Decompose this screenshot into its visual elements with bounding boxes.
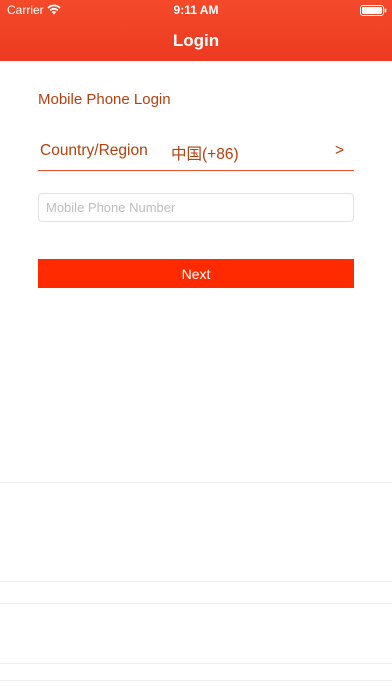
status-time: 9:11 AM (173, 3, 219, 17)
header: Carrier 9:11 AM Login (0, 0, 392, 61)
mobile-phone-input[interactable] (38, 193, 354, 222)
section-title: Mobile Phone Login (38, 91, 171, 108)
login-screen: Carrier 9:11 AM Login Mobile Phone Login… (0, 0, 392, 696)
battery-icon (360, 5, 387, 16)
page-title: Login (172, 31, 220, 50)
next-button[interactable]: Next (38, 259, 354, 288)
country-region-label: Country/Region (40, 142, 148, 159)
country-region-value: 中国(+86) (171, 146, 239, 163)
status-bar: Carrier 9:11 AM (0, 0, 392, 20)
divider (0, 663, 392, 664)
divider (0, 482, 392, 483)
chevron-right-icon: > (334, 142, 344, 159)
divider (0, 603, 392, 604)
country-region-selector[interactable]: Country/Region 中国(+86) > (38, 137, 354, 171)
divider (0, 680, 392, 681)
divider (0, 581, 392, 582)
